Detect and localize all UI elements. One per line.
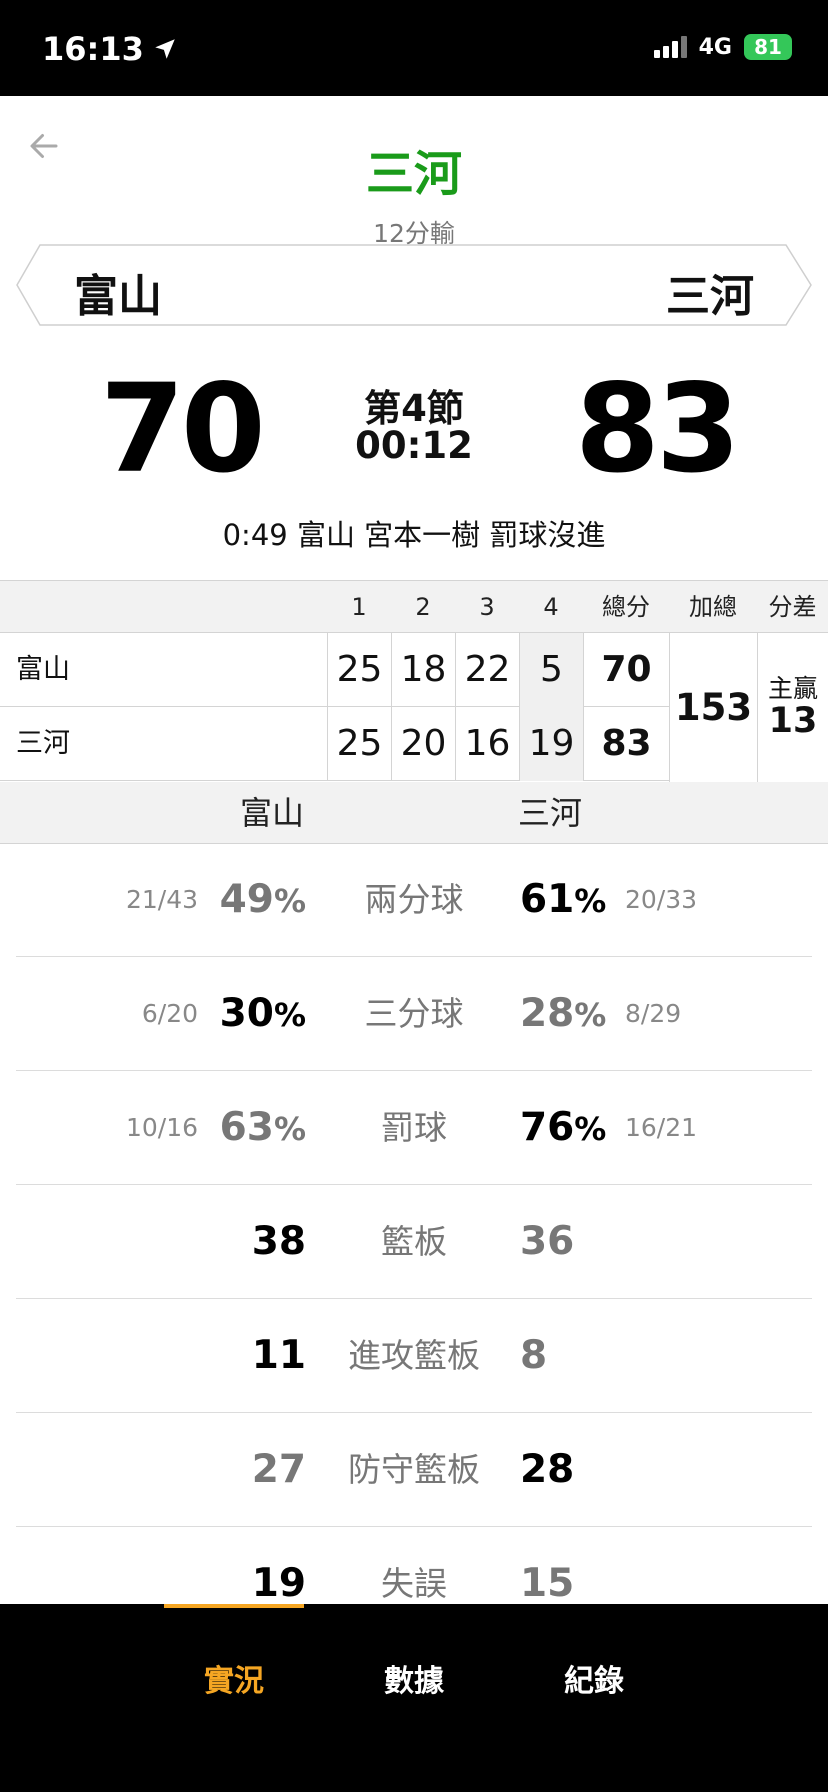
stat-row-three-point: 6/20 30% 三分球 28% 8/29 [0, 957, 828, 1071]
away-stat-value: 76% [520, 1071, 606, 1186]
stat-row-defensive-rebounds: 27 防守籃板 28 [0, 1413, 828, 1527]
differential-value: 13 [768, 701, 818, 741]
away-stat-number: 28 [520, 991, 575, 1036]
team-banner: 富山 三河 [16, 244, 812, 326]
home-team-name[interactable]: 富山 [74, 260, 162, 324]
cell-q1: 25 [327, 633, 391, 707]
away-team-name[interactable]: 三河 [666, 260, 754, 324]
home-stat-unit: % [273, 1110, 306, 1148]
stat-label: 防守籃板 [348, 1450, 480, 1489]
point-differential: 主贏 13 [757, 633, 828, 782]
stat-label: 兩分球 [364, 880, 464, 919]
home-stat-value: 30% [220, 957, 306, 1072]
home-stat-value: 38 [251, 1219, 306, 1264]
stats-team-header: 富山 三河 [0, 782, 828, 844]
cell-total: 70 [583, 633, 669, 707]
away-score: 83 [575, 358, 741, 500]
stat-label: 籃板 [381, 1222, 447, 1261]
cell-q3: 22 [455, 633, 519, 707]
away-stat-value: 28 [520, 1447, 575, 1492]
stats-away-team: 三河 [518, 794, 583, 832]
cell-q4: 19 [519, 707, 583, 781]
home-stat-unit: % [273, 996, 306, 1034]
away-stat-fraction: 16/21 [625, 1113, 698, 1142]
header-total: 總分 [602, 593, 650, 621]
stats-home-team: 富山 [240, 794, 305, 832]
away-stat-value: 8 [520, 1333, 548, 1378]
combined-total-value: 153 [674, 686, 753, 729]
away-stat-unit: % [574, 882, 607, 920]
battery-icon: 81 [744, 34, 792, 60]
signal-icon [653, 36, 687, 58]
away-stat-value: 61% [520, 843, 606, 958]
header-diff: 分差 [768, 593, 817, 621]
combined-total: 153 [669, 633, 757, 782]
quarter-table-header: 1 2 3 4 總分 加總 分差 [0, 581, 828, 633]
stat-row-offensive-rebounds: 11 進攻籃板 8 [0, 1299, 828, 1413]
away-stat-value: 15 [520, 1561, 575, 1604]
status-bar: 16:13 4G 81 [0, 0, 828, 96]
cell-q3: 16 [455, 707, 519, 781]
active-tab-indicator [164, 1604, 304, 1608]
cell-q1: 25 [327, 707, 391, 781]
battery-level: 81 [754, 35, 782, 59]
row-team-name: 富山 [16, 654, 70, 685]
away-stat-fraction: 20/33 [625, 885, 698, 914]
cell-q2: 18 [391, 633, 455, 707]
home-stat-fraction: 10/16 [125, 1113, 198, 1142]
network-type: 4G [698, 34, 732, 60]
home-stat-fraction: 21/43 [125, 885, 198, 914]
last-play: 0:49 富山 宮本一樹 罰球沒進 [222, 518, 606, 552]
home-stat-value: 27 [251, 1447, 306, 1492]
stat-row-turnovers: 19 失誤 15 [0, 1527, 828, 1604]
home-stat-unit: % [273, 882, 306, 920]
status-indicators: 4G 81 [653, 34, 792, 60]
bottom-tab-bar: 實況 數據 紀錄 [0, 1604, 828, 1792]
stat-row-rebounds: 38 籃板 36 [0, 1185, 828, 1299]
home-stat-value: 19 [251, 1561, 306, 1604]
tab-live[interactable]: 實況 [164, 1656, 304, 1700]
home-stat-fraction: 6/20 [141, 999, 198, 1028]
cell-total: 83 [583, 707, 669, 781]
home-stat-value: 49% [220, 843, 306, 958]
game-clock: 00:12 [355, 424, 473, 467]
stats-comparison: 21/43 49% 兩分球 61% 20/33 6/20 30% 三分球 28%… [0, 843, 828, 1604]
location-arrow-icon [155, 39, 175, 59]
away-stat-number: 61 [520, 877, 575, 922]
stat-label: 罰球 [381, 1108, 447, 1147]
game-detail: 三河 12分輸 富山 三河 70 第4節 00:12 83 0:49 富山 宮本… [0, 96, 828, 1604]
away-stat-value: 28% [520, 957, 606, 1072]
stat-label: 失誤 [381, 1564, 447, 1603]
tab-stats[interactable]: 數據 [344, 1656, 484, 1700]
winner-team: 三河 [365, 146, 462, 202]
cell-q2: 20 [391, 707, 455, 781]
home-stat-value: 11 [251, 1333, 306, 1378]
header-q2: 2 [415, 593, 431, 621]
home-stat-number: 49 [219, 877, 274, 922]
stat-row-two-point: 21/43 49% 兩分球 61% 20/33 [0, 843, 828, 957]
home-score: 70 [100, 358, 266, 500]
header-q3: 3 [479, 593, 495, 621]
header-q4: 4 [543, 593, 559, 621]
status-time: 16:13 [42, 30, 178, 68]
row-team-name: 三河 [16, 728, 70, 759]
home-stat-number: 63 [219, 1105, 274, 1150]
away-stat-unit: % [574, 996, 607, 1034]
away-stat-number: 76 [520, 1105, 575, 1150]
home-stat-number: 30 [219, 991, 274, 1036]
stat-row-free-throw: 10/16 63% 罰球 76% 16/21 [0, 1071, 828, 1185]
away-stat-fraction: 8/29 [625, 999, 682, 1028]
header-q1: 1 [351, 593, 367, 621]
tab-record[interactable]: 紀錄 [524, 1656, 664, 1700]
quarter-score-table: 1 2 3 4 總分 加總 分差 富山 25 18 22 5 70 三河 25 … [0, 580, 828, 879]
status-time-text: 16:13 [42, 30, 144, 68]
away-stat-value: 36 [520, 1219, 575, 1264]
home-stat-value: 63% [220, 1071, 306, 1186]
differential-label: 主贏 [767, 673, 818, 703]
header-sum: 加總 [689, 593, 737, 621]
away-stat-unit: % [574, 1110, 607, 1148]
stat-label: 三分球 [364, 994, 464, 1033]
cell-q4: 5 [519, 633, 583, 707]
stat-label: 進攻籃板 [348, 1336, 480, 1375]
